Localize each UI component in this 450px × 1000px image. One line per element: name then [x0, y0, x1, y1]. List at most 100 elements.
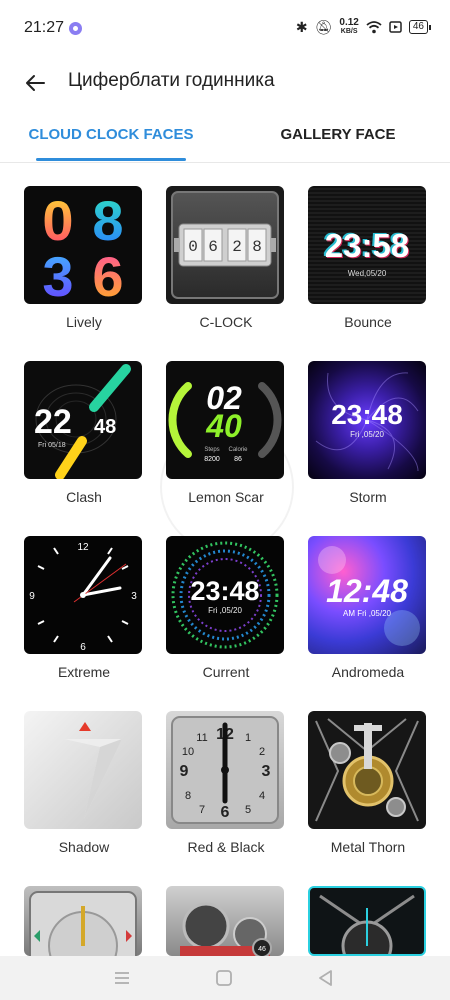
- partial-badge: 46: [258, 946, 266, 953]
- c-lock-digit: 6: [208, 238, 218, 256]
- watch-face-metal-thorn[interactable]: Metal Thorn: [308, 711, 428, 861]
- lively-digit: 8: [92, 189, 123, 252]
- page-title: Циферблати годинника: [68, 70, 275, 91]
- lemon-scar-preview: 02 40 Steps Calorie 8200 86: [168, 380, 282, 463]
- rb-numeral-8: 8: [185, 790, 191, 802]
- face-name: Shadow: [58, 839, 110, 855]
- rb-numeral-10: 10: [182, 746, 194, 758]
- watch-face-clash[interactable]: 22 48 Fri 05/18 Clash: [24, 361, 144, 511]
- face-thumbnail: 46: [166, 886, 284, 956]
- current-time: 23:48: [190, 576, 259, 606]
- c-lock-digit: 2: [232, 238, 242, 256]
- status-time: 21:27: [24, 19, 65, 36]
- home-button[interactable]: [214, 968, 238, 988]
- rb-numeral-9: 9: [180, 763, 189, 780]
- clash-preview: 22 48 Fri 05/18: [34, 364, 131, 479]
- face-name: C-LOCK: [199, 314, 253, 330]
- net-speed-unit: KB/S: [340, 28, 358, 35]
- partial-face-preview: 46: [180, 902, 272, 956]
- face-thumbnail: [24, 711, 142, 829]
- bounce-time: 23:58: [325, 227, 409, 264]
- status-bar: 21:27 ✱ 🔕︎ 0.12 KB/S 46: [0, 0, 450, 58]
- bell-muted-icon: 🔕︎: [314, 19, 333, 35]
- face-thumbnail: 12 3 6 9 1 2 4 5 7 8 10 11: [166, 711, 284, 829]
- shadow-marker: [79, 722, 91, 731]
- andromeda-date: AM Fri ,05/20: [343, 609, 392, 618]
- extreme-preview: 12 3 6 9: [29, 542, 137, 653]
- watch-face-partial-2[interactable]: 46: [166, 886, 286, 956]
- face-thumbnail: 12 3 6 9: [24, 536, 142, 654]
- face-name: Lemon Scar: [188, 489, 264, 505]
- watch-face-extreme[interactable]: 12 3 6 9 Extreme: [24, 536, 144, 686]
- clash-date: Fri 05/18: [38, 442, 66, 449]
- face-name: Lively: [66, 314, 102, 330]
- current-date: Fri ,05/20: [208, 606, 242, 615]
- watch-face-bounce[interactable]: 23:58 23:58 23:58 Wed,05/20 Bounce: [308, 186, 428, 336]
- back-triangle-icon: [319, 970, 332, 986]
- watch-face-lively[interactable]: 0 8 3 6 Lively: [24, 186, 144, 336]
- watch-face-storm[interactable]: 23:48 Fri ,05/20 Storm: [308, 361, 428, 511]
- lemon-steps-value: 8200: [204, 456, 220, 463]
- back-arrow-icon: [26, 75, 45, 91]
- rb-numeral-1: 1: [245, 732, 251, 744]
- app-bar: Циферблати годинника: [0, 58, 450, 106]
- storm-date: Fri ,05/20: [350, 430, 384, 439]
- face-thumbnail: 0 8 3 6: [24, 186, 142, 304]
- red-black-preview: 12 3 6 9 1 2 4 5 7 8 10 11: [171, 716, 279, 824]
- rb-numeral-7: 7: [199, 804, 205, 816]
- tab-bar: CLOUD CLOCK FACES GALLERY FACE: [0, 112, 450, 163]
- watch-face-current[interactable]: 23:48 Fri ,05/20 Current: [166, 536, 286, 686]
- face-thumbnail: 23:58 23:58 23:58 Wed,05/20: [308, 186, 426, 304]
- c-lock-digit: 0: [188, 238, 198, 256]
- face-name: Andromeda: [331, 664, 405, 680]
- clash-minute: 48: [94, 416, 116, 438]
- watch-face-c-lock[interactable]: 0 6 2 8 C-LOCK: [166, 186, 286, 336]
- partial-face-preview: [319, 894, 415, 954]
- lively-digit: 0: [42, 189, 73, 252]
- system-nav-bar: [0, 956, 450, 1000]
- current-preview: 23:48 Fri ,05/20: [171, 541, 279, 649]
- face-thumbnail: [24, 886, 142, 956]
- tab-cloud-clock-faces[interactable]: CLOUD CLOCK FACES: [28, 112, 194, 162]
- andromeda-time: 12:48: [326, 573, 408, 609]
- screen-cast-icon: [389, 21, 402, 33]
- back-button[interactable]: [22, 68, 52, 98]
- face-name: Metal Thorn: [330, 839, 406, 855]
- rb-numeral-11: 11: [196, 732, 207, 744]
- lemon-steps-label: Steps: [204, 447, 219, 453]
- bluetooth-icon: ✱: [295, 19, 308, 35]
- andromeda-preview: 12:48 AM Fri ,05/20: [318, 546, 420, 646]
- rb-numeral-6: 6: [221, 804, 230, 821]
- face-thumbnail: 0 6 2 8: [166, 186, 284, 304]
- extreme-numeral-6: 6: [80, 642, 86, 653]
- watch-face-partial-1[interactable]: [24, 886, 144, 956]
- c-lock-digit: 8: [252, 238, 262, 256]
- nav-back-button[interactable]: [316, 968, 340, 988]
- watch-face-andromeda[interactable]: 12:48 AM Fri ,05/20 Andromeda: [308, 536, 428, 686]
- rb-numeral-3: 3: [262, 763, 271, 780]
- clash-hour: 22: [34, 403, 72, 441]
- net-speed-value: 0.12: [339, 17, 359, 28]
- watch-face-shadow[interactable]: Shadow: [24, 711, 144, 861]
- watch-face-partial-3[interactable]: [308, 886, 428, 956]
- bounce-preview: 23:58 23:58 23:58 Wed,05/20: [323, 226, 410, 278]
- face-name: Extreme: [57, 664, 111, 680]
- face-thumbnail: [308, 711, 426, 829]
- face-thumbnail: 22 48 Fri 05/18: [24, 361, 142, 479]
- menu-button[interactable]: [112, 968, 136, 988]
- watch-face-lemon-scar[interactable]: 02 40 Steps Calorie 8200 86 Lemon Scar: [166, 361, 286, 511]
- storm-time: 23:48: [331, 399, 403, 430]
- lively-digit: 6: [92, 245, 123, 304]
- wifi-icon: [366, 20, 382, 33]
- status-icons: ✱ 🔕︎ 0.12 KB/S 46: [295, 18, 432, 36]
- watch-face-red-black[interactable]: 12 3 6 9 1 2 4 5 7 8 10 11 Red & Black: [166, 711, 286, 861]
- partial-face-preview: [29, 891, 137, 956]
- network-speed: 0.12 KB/S: [339, 18, 358, 36]
- home-square-icon: [216, 970, 232, 986]
- tab-gallery-face[interactable]: GALLERY FACE: [268, 112, 408, 162]
- bounce-date: Wed,05/20: [348, 269, 387, 278]
- active-tab-indicator: [36, 158, 186, 161]
- face-thumbnail: 12:48 AM Fri ,05/20: [308, 536, 426, 654]
- extreme-numeral-3: 3: [131, 591, 137, 602]
- face-name: Current: [202, 664, 250, 680]
